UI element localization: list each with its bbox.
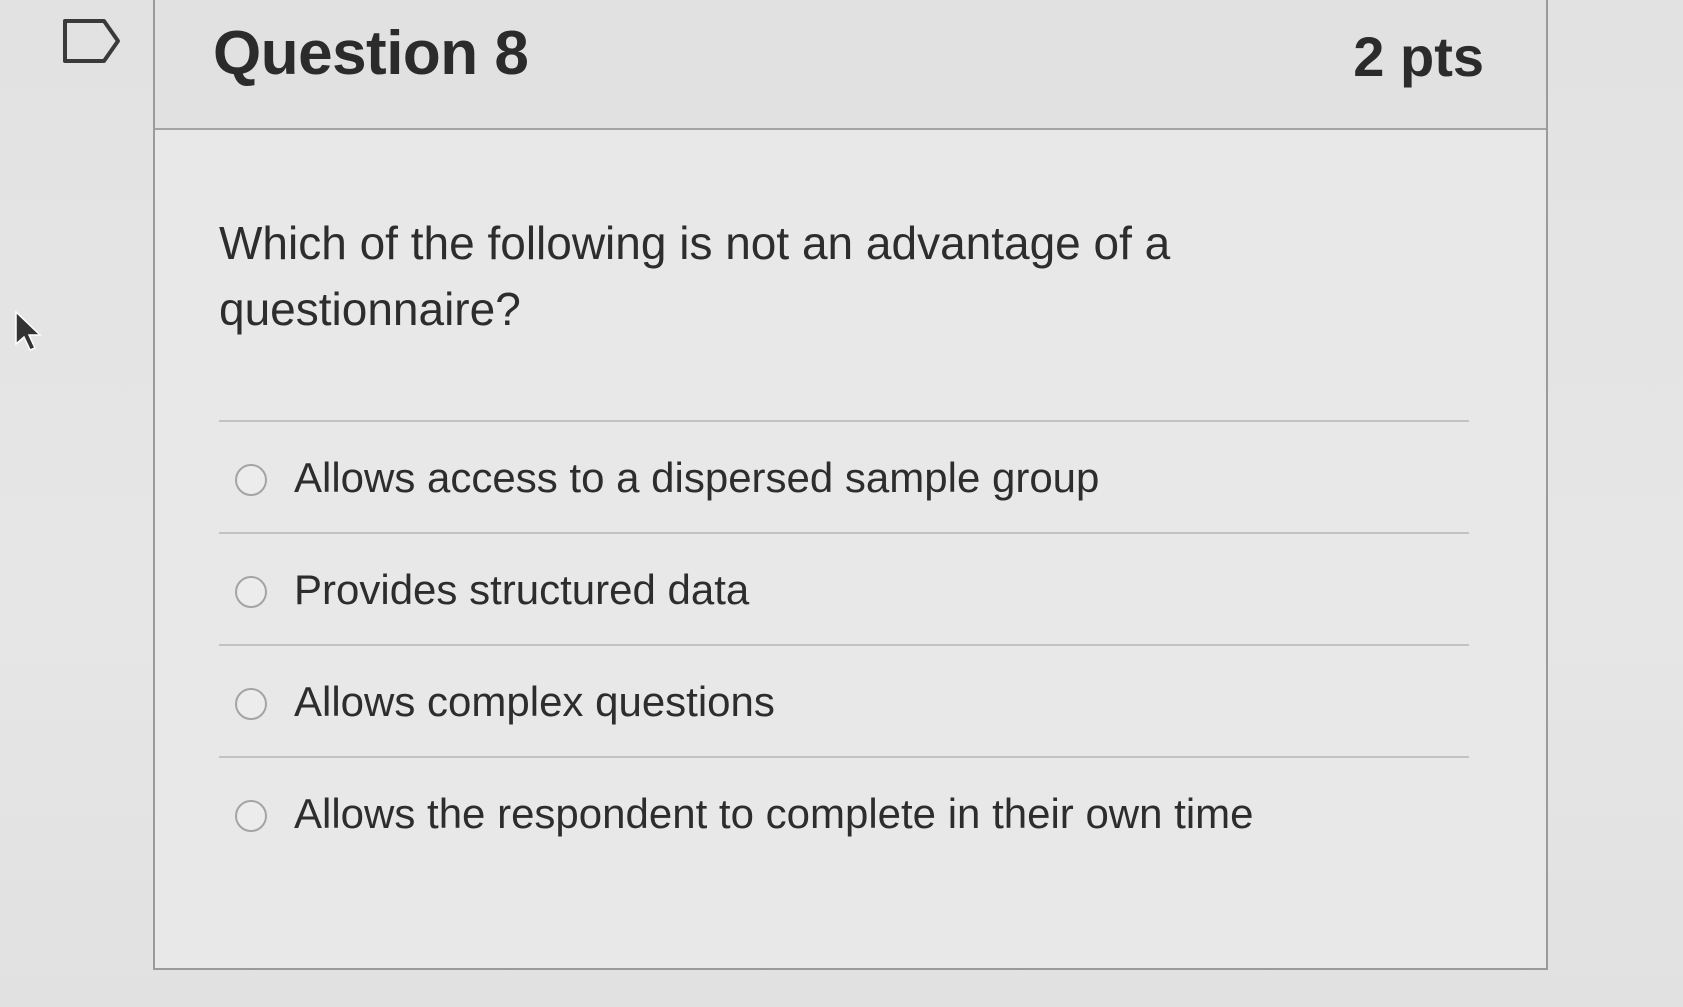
radio-button-icon[interactable] <box>235 576 267 608</box>
question-title: Question 8 <box>213 19 529 88</box>
answer-label: Allows complex questions <box>294 678 775 725</box>
mouse-pointer-icon <box>15 310 42 351</box>
radio-button-icon[interactable] <box>235 688 267 720</box>
answer-label: Allows the respondent to complete in the… <box>294 790 1254 837</box>
radio-button-icon[interactable] <box>235 464 267 496</box>
radio-button-icon[interactable] <box>235 800 267 832</box>
answer-list: Allows access to a dispersed sample grou… <box>219 420 1469 868</box>
answer-label: Allows access to a dispersed sample grou… <box>294 454 1100 501</box>
question-points: 2 pts <box>1353 25 1484 88</box>
flag-question-icon[interactable] <box>62 18 122 64</box>
answer-option[interactable]: Allows the respondent to complete in the… <box>219 756 1469 868</box>
quiz-page: Question 8 2 pts Which of the following … <box>0 0 1683 1007</box>
answer-option[interactable]: Provides structured data <box>219 532 1469 644</box>
question-card: Question 8 2 pts Which of the following … <box>153 0 1548 970</box>
question-header: Question 8 2 pts <box>155 0 1546 130</box>
answer-option[interactable]: Allows complex questions <box>219 644 1469 756</box>
answer-label: Provides structured data <box>294 566 750 613</box>
answer-option[interactable]: Allows access to a dispersed sample grou… <box>219 420 1469 532</box>
question-text: Which of the following is not an advanta… <box>219 217 1171 335</box>
